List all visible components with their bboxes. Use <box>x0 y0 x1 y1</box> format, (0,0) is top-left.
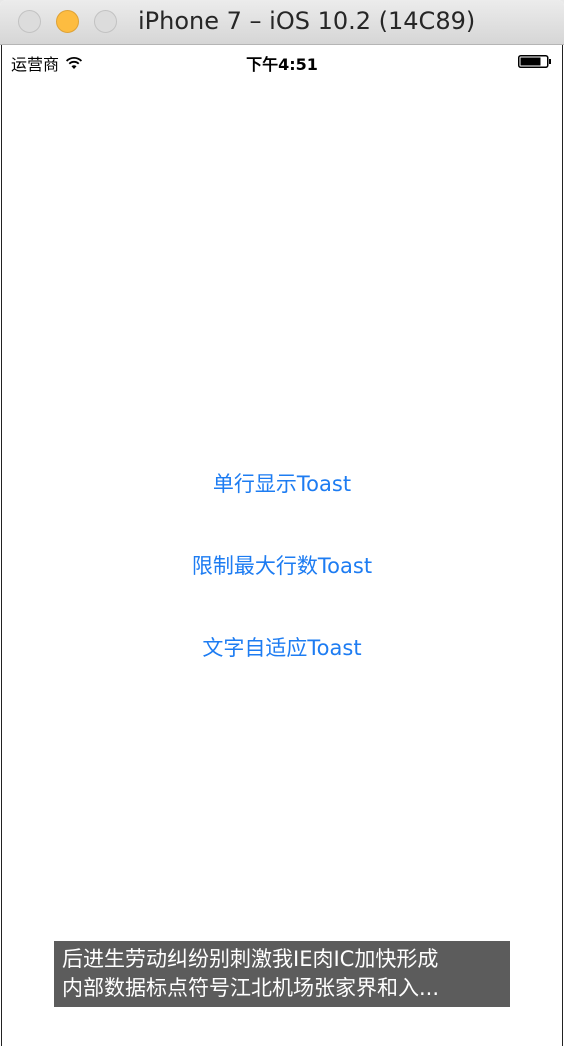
simulator-window: iPhone 7 – iOS 10.2 (14C89) 运营商 下午4:51 单… <box>0 0 564 1046</box>
single-line-toast-button[interactable]: 单行显示Toast <box>2 443 562 525</box>
status-time: 下午4:51 <box>246 55 318 74</box>
toast-line-2: 内部数据标点符号江北机场张家界和入... <box>62 976 440 1000</box>
battery-icon <box>518 55 551 68</box>
zoom-window-button[interactable] <box>94 10 117 33</box>
toast-line-1: 后进生劳动纠纷别刺激我IE肉IC加快形成 <box>62 947 439 971</box>
window-title: iPhone 7 – iOS 10.2 (14C89) <box>138 7 476 35</box>
toast-message: 后进生劳动纠纷别刺激我IE肉IC加快形成 内部数据标点符号江北机场张家界和入..… <box>54 941 510 1007</box>
window-titlebar[interactable]: iPhone 7 – iOS 10.2 (14C89) <box>0 0 564 45</box>
status-bar: 运营商 下午4:51 <box>2 45 562 79</box>
adaptive-text-toast-button[interactable]: 文字自适应Toast <box>2 607 562 689</box>
toast-demo-buttons: 单行显示Toast 限制最大行数Toast 文字自适应Toast <box>2 443 562 689</box>
max-lines-toast-button[interactable]: 限制最大行数Toast <box>2 525 562 607</box>
close-window-button[interactable] <box>18 10 41 33</box>
minimize-window-button[interactable] <box>56 10 79 33</box>
device-screen: 运营商 下午4:51 单行显示Toast 限制最大行数Toast 文字自适应To… <box>1 45 563 1046</box>
